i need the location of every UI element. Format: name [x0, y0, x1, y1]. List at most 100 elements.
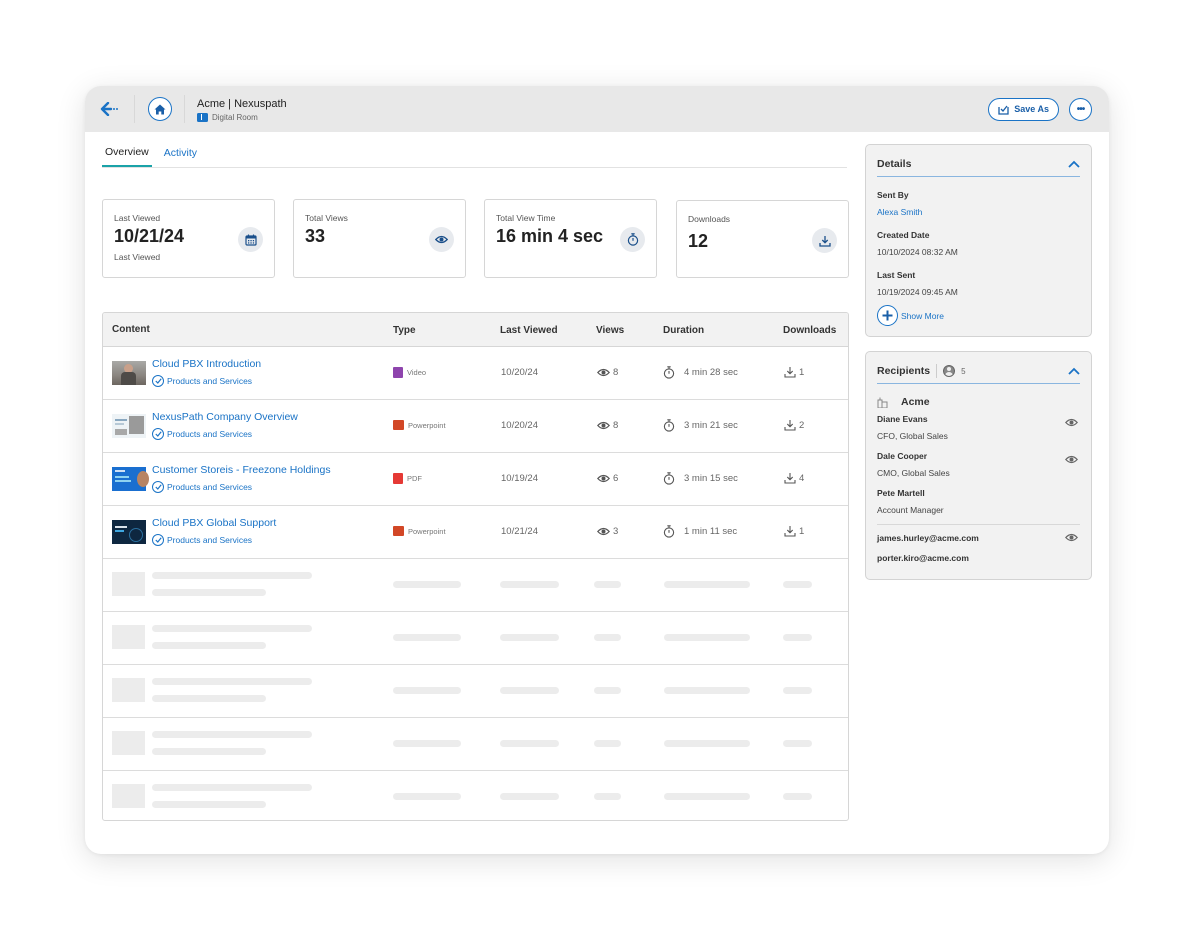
eye-icon [597, 474, 610, 483]
eye-icon [597, 368, 610, 377]
home-button[interactable] [147, 97, 172, 121]
views-cell: 8 [597, 367, 618, 378]
downloads-count: 1 [799, 366, 805, 378]
thumbnail-video [112, 361, 146, 385]
viewed-eye-icon[interactable] [1064, 451, 1079, 469]
check-circle-icon [152, 428, 164, 440]
type-label: Powerpoint [408, 420, 446, 430]
show-more-button[interactable]: Show More [877, 305, 1080, 326]
recipient-role: CFO, Global Sales [877, 431, 948, 441]
video-file-icon [393, 367, 403, 378]
sent-by-label: Sent By [877, 190, 909, 200]
tab-overview[interactable]: Overview [102, 146, 152, 167]
tab-bar: Overview Activity [102, 138, 847, 168]
save-as-icon [998, 105, 1009, 115]
col-duration: Duration [663, 325, 705, 336]
show-more-label: Show More [901, 310, 944, 321]
content-title-link[interactable]: NexusPath Company Overview [152, 411, 298, 423]
type-label: PDF [407, 474, 422, 483]
viewed-eye-icon[interactable] [1064, 414, 1079, 432]
skeleton-line [393, 793, 461, 800]
table-row[interactable]: Cloud PBX Global Support Products and Se… [103, 506, 848, 559]
recipient-item: Pete Martell Account Manager [877, 488, 1080, 515]
skeleton-line [594, 581, 621, 588]
thumbnail-powerpoint [112, 520, 146, 544]
powerpoint-file-icon [393, 526, 404, 536]
collapse-details-button[interactable] [1068, 160, 1080, 168]
duration-value: 3 min 21 sec [684, 420, 738, 431]
recipient-role: Account Manager [877, 505, 944, 515]
skeleton-line [152, 678, 312, 685]
last-sent-label: Last Sent [877, 270, 916, 280]
chevron-up-icon [1068, 367, 1080, 375]
skeleton-line [152, 748, 266, 755]
thumbnail-powerpoint [112, 414, 146, 438]
views-count: 8 [613, 367, 619, 378]
content-tag[interactable]: Products and Services [152, 428, 252, 440]
email-text: james.hurley@acme.com [877, 533, 979, 543]
skeleton-line [783, 687, 812, 694]
plus-icon [877, 305, 898, 326]
content-tag[interactable]: Products and Services [152, 481, 252, 493]
content-tag[interactable]: Products and Services [152, 534, 252, 546]
stopwatch-icon [663, 525, 675, 538]
created-date-label: Created Date [877, 230, 930, 240]
created-date-value: 10/10/2024 08:32 AM [877, 247, 958, 257]
table-row[interactable]: Customer Storeis - Freezone Holdings Pro… [103, 453, 848, 506]
content-tag[interactable]: Products and Services [152, 375, 252, 387]
stat-card-total-view-time: Total View Time 16 min 4 sec [484, 199, 657, 278]
collapse-recipients-button[interactable] [1068, 367, 1080, 375]
stat-card-total-views: Total Views 33 [293, 199, 466, 278]
content-title-link[interactable]: Cloud PBX Introduction [152, 358, 261, 370]
stopwatch-icon [620, 227, 645, 252]
duration-value: 4 min 28 sec [684, 367, 738, 378]
duration-value: 1 min 11 sec [684, 526, 738, 537]
type-cell: PDF [393, 473, 422, 484]
skeleton-line [393, 740, 461, 747]
viewed-eye-icon[interactable] [1064, 533, 1079, 544]
content-table: Content Type Last Viewed Views Duration … [102, 312, 849, 821]
type-cell: Video [393, 367, 426, 378]
details-title: Details [877, 158, 912, 170]
skeleton-line [152, 731, 312, 738]
powerpoint-file-icon [393, 420, 404, 430]
save-as-button[interactable]: Save As [988, 97, 1059, 121]
pdf-file-icon [393, 473, 403, 484]
page-title: Acme | Nexuspath [197, 97, 287, 110]
skeleton-line [393, 687, 461, 694]
org-name: Acme [901, 396, 930, 408]
eye-icon [597, 527, 610, 536]
tab-activity[interactable]: Activity [161, 147, 200, 167]
home-icon [154, 104, 165, 114]
last-viewed-cell: 10/20/24 [501, 420, 538, 431]
content-tag-label: Products and Services [167, 535, 253, 545]
download-icon [784, 367, 796, 378]
content-title-link[interactable]: Cloud PBX Global Support [152, 517, 276, 529]
table-row[interactable]: NexusPath Company Overview Products and … [103, 400, 848, 453]
check-circle-icon [152, 534, 164, 546]
sent-by-link[interactable]: Alexa Smith [877, 207, 1080, 217]
back-button[interactable] [85, 95, 135, 123]
views-cell: 6 [597, 473, 618, 484]
download-icon [784, 526, 796, 537]
skeleton-line [783, 740, 812, 747]
more-options-button[interactable]: ••• [1069, 97, 1092, 121]
col-type: Type [393, 325, 416, 336]
downloads-cell: 1 [784, 366, 804, 378]
duration-cell: 3 min 21 sec [663, 419, 738, 432]
stopwatch-icon [663, 366, 675, 379]
stat-label: Last Viewed [114, 213, 161, 223]
check-circle-icon [152, 481, 164, 493]
details-panel: Details Sent By Alexa Smith Created Date… [865, 144, 1092, 337]
skeleton-thumb [112, 731, 145, 755]
thumbnail-pdf [112, 467, 149, 491]
stopwatch-icon [663, 419, 675, 432]
duration-cell: 1 min 11 sec [663, 525, 737, 538]
skeleton-line [152, 801, 266, 808]
placeholder-row [103, 665, 848, 718]
placeholder-row [103, 612, 848, 665]
content-title-link[interactable]: Customer Storeis - Freezone Holdings [152, 464, 331, 476]
placeholder-row [103, 559, 848, 612]
skeleton-line [594, 687, 621, 694]
table-row[interactable]: Cloud PBX Introduction Products and Serv… [103, 347, 848, 400]
